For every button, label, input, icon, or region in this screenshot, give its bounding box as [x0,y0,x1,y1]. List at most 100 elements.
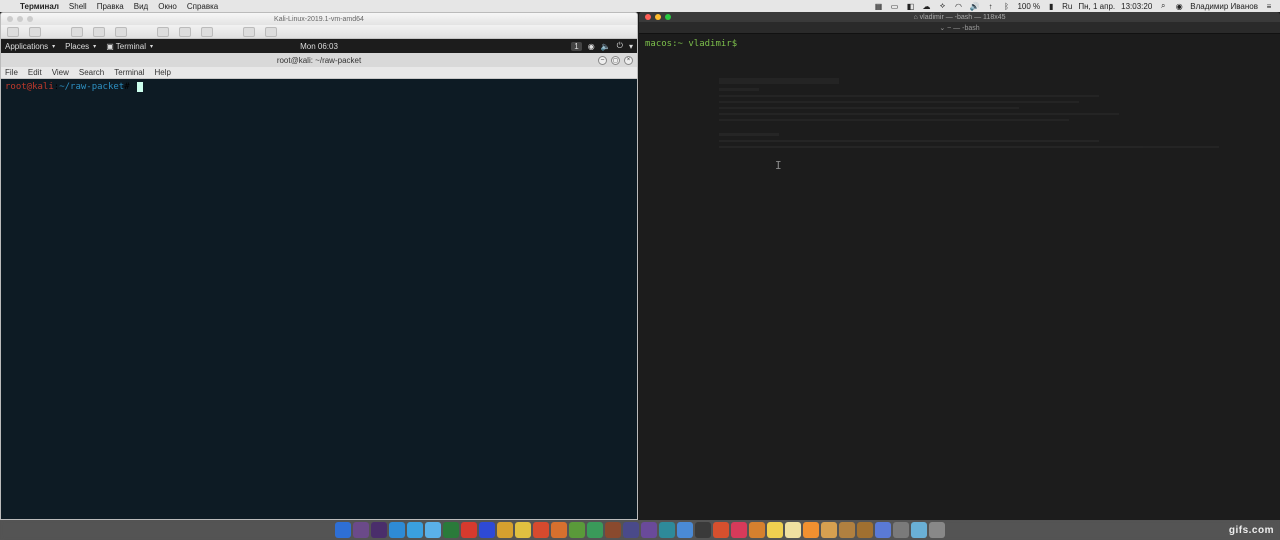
vm-toolbar-button[interactable] [201,27,213,37]
minimize-button[interactable]: – [598,56,607,65]
dock-app[interactable] [821,522,837,538]
status-icon[interactable]: ☁ [921,1,931,11]
kali-top-panel: Applications Places ▣ Terminal Mon 06:03… [1,39,637,53]
vm-toolbar-button[interactable] [7,27,19,37]
kali-applications-menu[interactable]: Applications [5,42,55,51]
kali-record-icon[interactable]: ◉ [588,42,595,51]
dock-app[interactable] [875,522,891,538]
dock-app[interactable] [713,522,729,538]
term-menu-view[interactable]: View [52,68,69,77]
dock-app[interactable] [461,522,477,538]
menu-edit[interactable]: Правка [97,2,124,11]
vm-toolbar-button[interactable] [29,27,41,37]
spotlight-icon[interactable]: ⌕ [1158,1,1168,11]
bluetooth-icon[interactable]: ᛒ [1001,1,1011,11]
kali-power-icon[interactable]: ⏻ [617,41,623,51]
dock-app[interactable] [587,522,603,538]
dock-app[interactable] [911,522,927,538]
term-menu-file[interactable]: File [5,68,18,77]
traffic-min-icon[interactable] [17,16,23,22]
dock-app[interactable] [407,522,423,538]
dock-app[interactable] [371,522,387,538]
kali-menu-icon[interactable]: ▾ [629,42,633,51]
wifi-icon[interactable]: ◠ [953,1,963,11]
vm-toolbar-button[interactable] [115,27,127,37]
term-menu-terminal[interactable]: Terminal [114,68,144,77]
dock-app[interactable] [497,522,513,538]
close-button[interactable]: × [624,56,633,65]
kali-clock[interactable]: Mon 06:03 [300,42,338,51]
kali-terminal-titlebar[interactable]: root@kali: ~/raw-packet – ◻ × [1,53,637,67]
battery-icon[interactable]: ▮ [1046,1,1056,11]
status-icon[interactable]: ▭ [889,1,899,11]
dock-app[interactable] [551,522,567,538]
term-menu-search[interactable]: Search [79,68,104,77]
dock-app[interactable] [695,522,711,538]
user-avatar-icon[interactable]: ◉ [1174,1,1184,11]
kali-terminal-launcher[interactable]: ▣ Terminal [106,42,153,51]
kali-terminal-body[interactable]: root@kali:~/raw-packet# [1,79,637,95]
traffic-min-icon[interactable] [655,14,661,20]
vm-toolbar-button[interactable] [179,27,191,37]
dock-app[interactable] [569,522,585,538]
maximize-button[interactable]: ◻ [611,56,620,65]
dock-app[interactable] [857,522,873,538]
vm-toolbar-button[interactable] [157,27,169,37]
dock-app[interactable] [749,522,765,538]
dock-app[interactable] [677,522,693,538]
vm-titlebar[interactable]: Kali-Linux-2019.1-vm-amd64 [1,13,637,25]
status-icon[interactable]: ▦ [873,1,883,11]
dock-app[interactable] [479,522,495,538]
dock-app[interactable] [515,522,531,538]
dock-app[interactable] [839,522,855,538]
volume-icon[interactable]: 🔊 [969,1,979,11]
dock-app[interactable] [605,522,621,538]
vm-toolbar-button[interactable] [93,27,105,37]
status-icon[interactable]: ◧ [905,1,915,11]
traffic-close-icon[interactable] [645,14,651,20]
background-content [639,34,1280,520]
dock-app[interactable] [443,522,459,538]
dock-app[interactable] [767,522,783,538]
input-lang[interactable]: Ru [1062,2,1072,11]
kali-places-menu[interactable]: Places [65,42,96,51]
kali-sound-icon[interactable]: 🔈 [601,42,611,51]
app-menu[interactable]: Терминал [20,2,59,11]
term-menu-help[interactable]: Help [154,68,170,77]
wifi-icon[interactable]: ⟡ [937,1,947,11]
dock-app[interactable] [425,522,441,538]
traffic-max-icon[interactable] [27,16,33,22]
dock-app[interactable] [803,522,819,538]
term-menu-edit[interactable]: Edit [28,68,42,77]
vm-toolbar-button[interactable] [243,27,255,37]
vm-toolbar-button[interactable] [71,27,83,37]
dock-app[interactable] [731,522,747,538]
dock-app[interactable] [929,522,945,538]
macos-terminal-body[interactable]: macos:~ vladimir$ I [639,34,1280,520]
dock-app[interactable] [533,522,549,538]
menu-view[interactable]: Вид [134,2,148,11]
dock-app[interactable] [389,522,405,538]
menu-help[interactable]: Справка [187,2,218,11]
dock-app[interactable] [335,522,351,538]
menubar-username[interactable]: Владимир Иванов [1190,2,1258,11]
traffic-close-icon[interactable] [7,16,13,22]
dock-app[interactable] [785,522,801,538]
dock-app[interactable] [641,522,657,538]
prompt-path: ~/raw-packet [59,82,124,92]
vm-title-text: Kali-Linux-2019.1-vm-amd64 [274,16,364,23]
vm-toolbar-button[interactable] [265,27,277,37]
menu-shell[interactable]: Shell [69,2,87,11]
vm-toolbar [1,25,637,39]
notification-center-icon[interactable]: ≡ [1264,1,1274,11]
macos-terminal-titlebar[interactable]: ⌂ vladimir — -bash — 118x45 [639,12,1280,22]
menu-window[interactable]: Окно [158,2,177,11]
macos-terminal-tab[interactable]: ⌄ ~ — -bash [639,22,1280,34]
status-icon[interactable]: ↑ [985,1,995,11]
dock-app[interactable] [893,522,909,538]
dock-app[interactable] [353,522,369,538]
kali-workspace-indicator[interactable]: 1 [571,42,581,51]
traffic-max-icon[interactable] [665,14,671,20]
dock-app[interactable] [623,522,639,538]
dock-app[interactable] [659,522,675,538]
